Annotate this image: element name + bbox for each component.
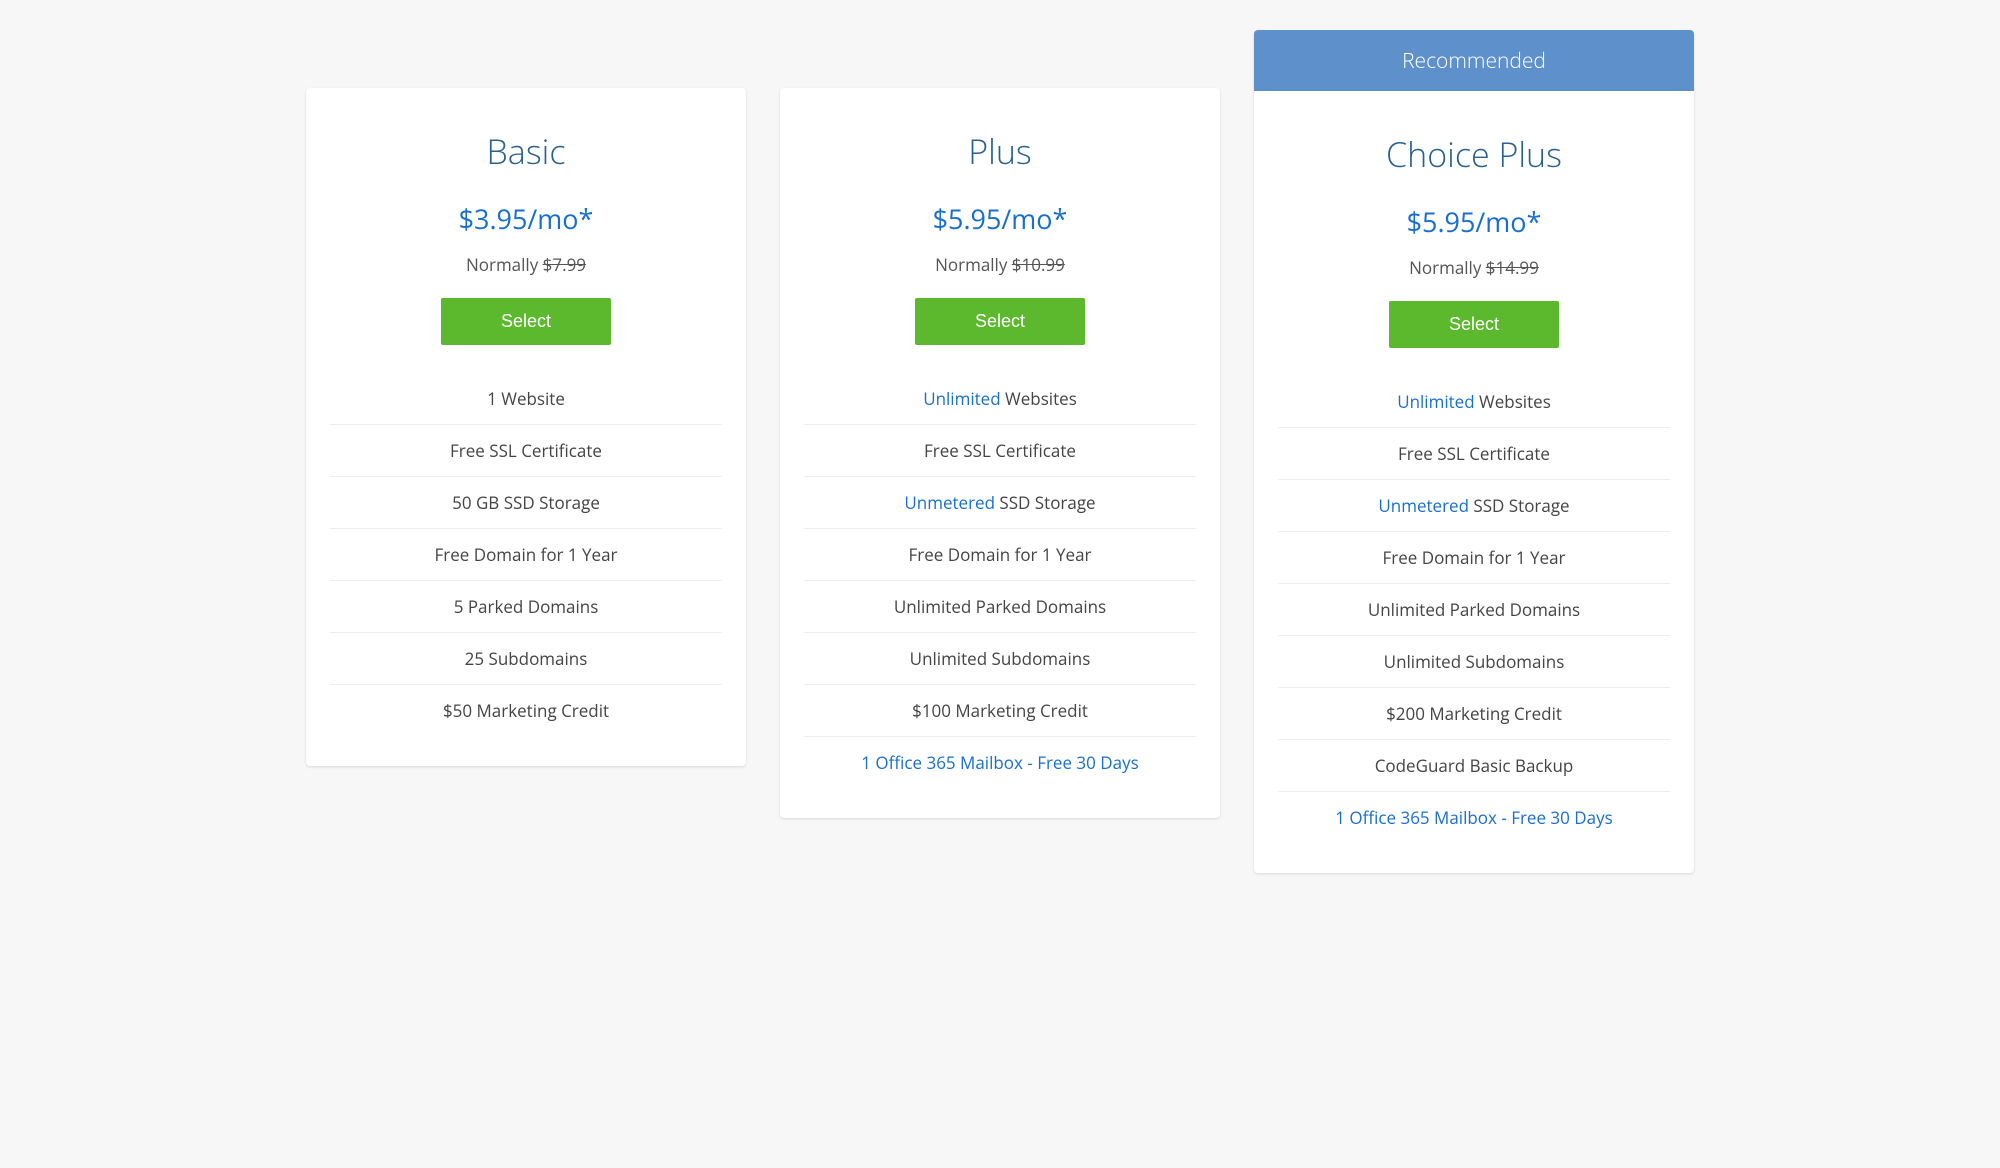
normally-prefix: Normally [466,253,543,276]
plan-card-basic: Basic $3.95/mo* Normally $7.99 Select 1 … [306,88,746,766]
normally-prefix: Normally [1409,256,1486,279]
feature-item: Unlimited Websites [1278,376,1670,428]
plan-name: Choice Plus [1278,131,1670,177]
feature-item: $200 Marketing Credit [1278,688,1670,740]
plan-name: Basic [330,128,722,174]
feature-item: Unlimited Websites [804,373,1196,425]
feature-item: Unlimited Parked Domains [804,581,1196,633]
feature-item: Free Domain for 1 Year [330,529,722,581]
feature-prefix: Unmetered [1378,494,1469,517]
feature-prefix: Unmetered [904,491,995,514]
feature-item: Free SSL Certificate [1278,428,1670,480]
normally-prefix: Normally [935,253,1012,276]
feature-item: 1 Website [330,373,722,425]
feature-rest: SSD Storage [995,491,1096,514]
feature-item: $100 Marketing Credit [804,685,1196,737]
plan-price: $5.95/mo* [1278,203,1670,240]
feature-item: 1 Office 365 Mailbox - Free 30 Days [804,737,1196,788]
feature-item: Free SSL Certificate [804,425,1196,477]
plan-price: $3.95/mo* [330,200,722,237]
select-button[interactable]: Select [1389,301,1559,348]
select-button[interactable]: Select [915,298,1085,345]
feature-rest: Websites [1001,387,1077,410]
normally-value: $10.99 [1012,253,1065,276]
plan-normally: Normally $10.99 [804,253,1196,276]
feature-list: Unlimited Websites Free SSL Certificate … [804,373,1196,788]
feature-item: 25 Subdomains [330,633,722,685]
feature-item: Free Domain for 1 Year [804,529,1196,581]
feature-item: Unlimited Subdomains [804,633,1196,685]
feature-item: Free SSL Certificate [330,425,722,477]
plan-card-plus: Plus $5.95/mo* Normally $10.99 Select Un… [780,88,1220,818]
feature-prefix: Unlimited [923,387,1000,410]
feature-list: Unlimited Websites Free SSL Certificate … [1278,376,1670,843]
feature-item: 5 Parked Domains [330,581,722,633]
feature-item: $50 Marketing Credit [330,685,722,736]
feature-item: 50 GB SSD Storage [330,477,722,529]
feature-item: Free Domain for 1 Year [1278,532,1670,584]
feature-item: Unmetered SSD Storage [1278,480,1670,532]
feature-item: 1 Office 365 Mailbox - Free 30 Days [1278,792,1670,843]
pricing-container: Basic $3.95/mo* Normally $7.99 Select 1 … [280,30,1720,873]
feature-rest: Websites [1475,390,1551,413]
recommended-banner: Recommended [1254,30,1694,91]
plan-normally: Normally $14.99 [1278,256,1670,279]
plan-name: Plus [804,128,1196,174]
normally-value: $14.99 [1486,256,1539,279]
feature-prefix: Unlimited [1397,390,1474,413]
plan-card-choice-plus: Recommended Choice Plus $5.95/mo* Normal… [1254,30,1694,873]
plan-price: $5.95/mo* [804,200,1196,237]
select-button[interactable]: Select [441,298,611,345]
feature-item: Unmetered SSD Storage [804,477,1196,529]
feature-item: CodeGuard Basic Backup [1278,740,1670,792]
feature-rest: SSD Storage [1469,494,1570,517]
feature-item: Unlimited Subdomains [1278,636,1670,688]
feature-list: 1 Website Free SSL Certificate 50 GB SSD… [330,373,722,736]
plan-normally: Normally $7.99 [330,253,722,276]
feature-item: Unlimited Parked Domains [1278,584,1670,636]
normally-value: $7.99 [543,253,586,276]
